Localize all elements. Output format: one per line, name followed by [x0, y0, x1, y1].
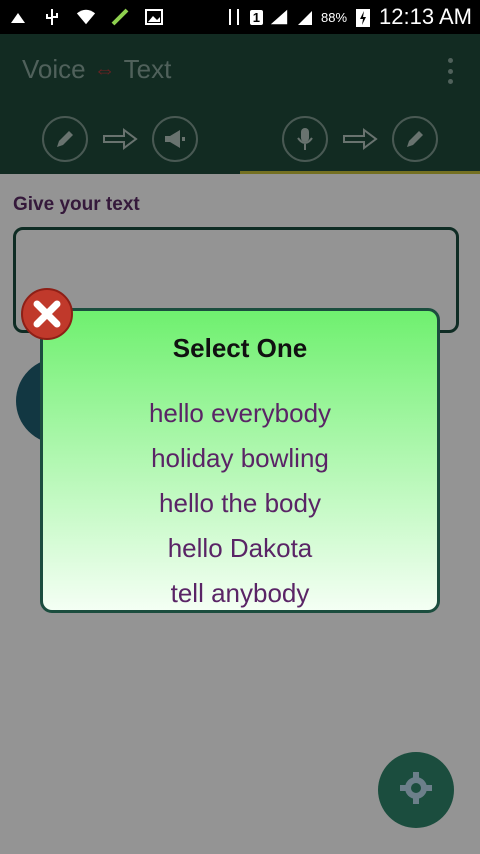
image-icon: [144, 7, 164, 27]
option-item[interactable]: hello Dakota: [43, 526, 437, 571]
data-icon: [224, 7, 244, 27]
close-icon[interactable]: [20, 287, 74, 341]
battery-saver-icon: [110, 7, 130, 27]
dialog-title: Select One: [172, 333, 308, 363]
wifi-icon: [76, 7, 96, 27]
sim-badge: 1: [249, 9, 264, 25]
option-item[interactable]: hello the body: [43, 481, 437, 526]
system-icons: 1 88% 12:13 AM: [224, 4, 472, 30]
signal-icon: [269, 7, 289, 27]
notification-icons: [8, 7, 164, 27]
battery-percent: 88%: [321, 9, 348, 25]
battery-charging-icon: [353, 7, 373, 27]
options-list: hello everybody holiday bowling hello th…: [43, 391, 437, 610]
gear-icon: [397, 769, 435, 812]
clock: 12:13 AM: [379, 4, 472, 29]
option-item[interactable]: holiday bowling: [43, 436, 437, 481]
option-item[interactable]: hello everybody: [43, 391, 437, 436]
notification-icon: [8, 7, 28, 27]
select-dialog: Select One hello everybody holiday bowli…: [40, 308, 440, 613]
option-item[interactable]: tell anybody: [43, 571, 437, 610]
status-bar: 1 88% 12:13 AM: [0, 0, 480, 34]
settings-button[interactable]: [378, 752, 454, 828]
signal-icon-2: [295, 7, 315, 27]
usb-icon: [42, 7, 62, 27]
